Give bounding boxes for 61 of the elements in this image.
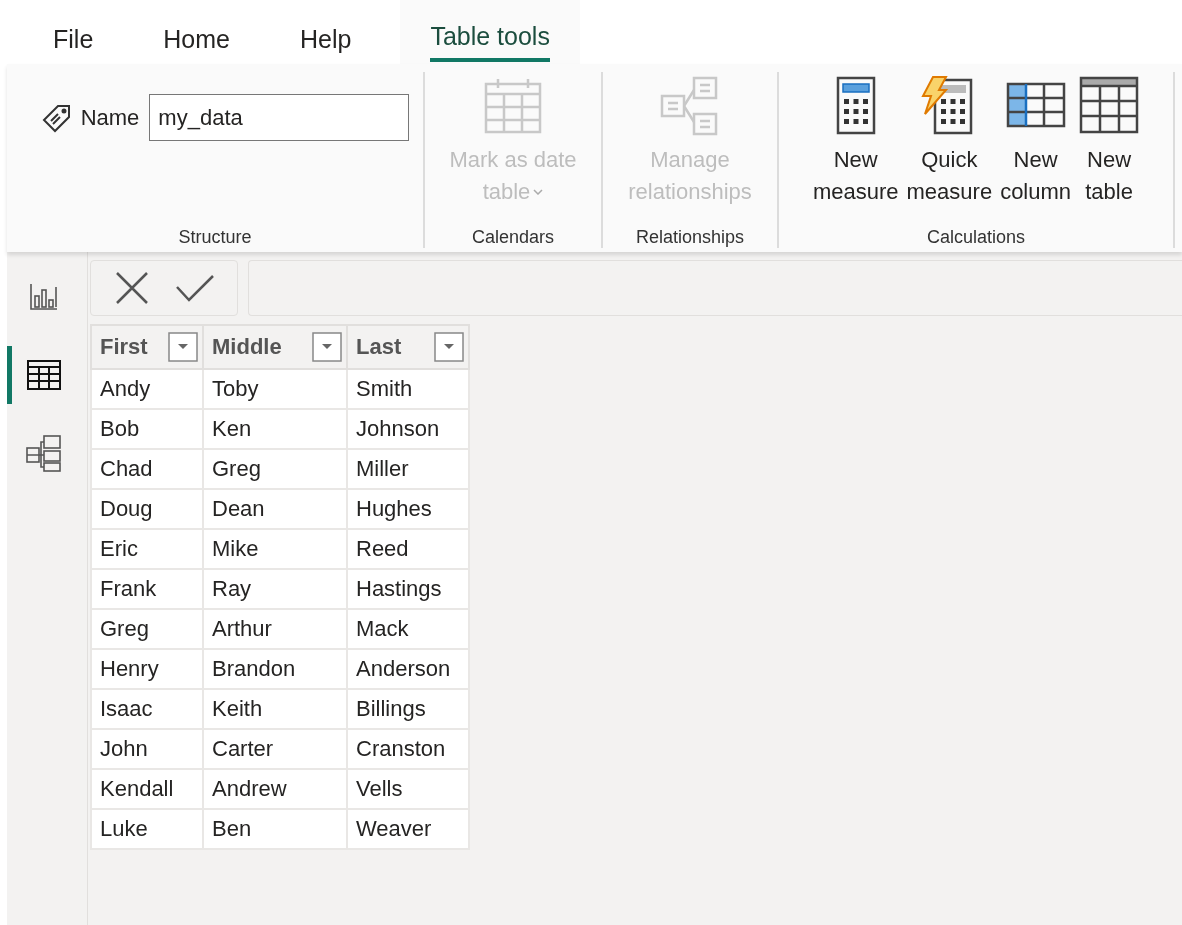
table-cell: Carter xyxy=(203,729,347,769)
relationship-diagram-icon xyxy=(660,76,720,136)
table-cell: Ben xyxy=(203,809,347,849)
table-cell: Weaver xyxy=(347,809,469,849)
table-cell: Arthur xyxy=(203,609,347,649)
group-title: Calculations xyxy=(926,227,1026,249)
table-cell: Keith xyxy=(203,689,347,729)
group-title: Structure xyxy=(178,227,252,249)
table-cell: Reed xyxy=(347,529,469,569)
column-header[interactable]: Last xyxy=(347,325,469,369)
table-cell: Kendall xyxy=(91,769,203,809)
table-cell: Frank xyxy=(91,569,203,609)
table-cell: Mike xyxy=(203,529,347,569)
filter-dropdown-icon[interactable] xyxy=(168,332,198,362)
table-cell: Hughes xyxy=(347,489,469,529)
table-cell: Anderson xyxy=(347,649,469,689)
filter-dropdown-icon[interactable] xyxy=(312,332,342,362)
bar-chart-icon xyxy=(28,282,59,312)
table-cell: Toby xyxy=(203,369,347,409)
table-cell: Hastings xyxy=(347,569,469,609)
group-title: Calendars xyxy=(471,227,554,249)
confirm-icon[interactable] xyxy=(174,273,215,303)
filter-dropdown-icon[interactable] xyxy=(434,332,464,362)
table-cell: Andrew xyxy=(203,769,347,809)
table-cell: Brandon xyxy=(203,649,347,689)
table-cell: John xyxy=(91,729,203,769)
table-cell: Andy xyxy=(91,369,203,409)
table-cell: Smith xyxy=(347,369,469,409)
model-diagram-icon xyxy=(23,433,64,473)
table-cell: Mack xyxy=(347,609,469,649)
name-label: Name xyxy=(80,104,140,131)
table-cell: Henry xyxy=(91,649,203,689)
group-title: Relationships xyxy=(635,227,745,249)
table-cell: Luke xyxy=(91,809,203,849)
table-cell: Greg xyxy=(203,449,347,489)
table-cell: Eric xyxy=(91,529,203,569)
column-header[interactable]: Middle xyxy=(203,325,347,369)
ribbon-button[interactable]: New column xyxy=(996,72,1076,208)
table-cell: Greg xyxy=(91,609,203,649)
table-cell: Isaac xyxy=(91,689,203,729)
table-icon xyxy=(1079,76,1140,136)
table-icon xyxy=(26,360,61,390)
table-cell: Vells xyxy=(347,769,469,809)
menu-tab[interactable]: Table tools xyxy=(400,0,580,64)
cancel-icon[interactable] xyxy=(113,270,150,306)
calendar-icon xyxy=(483,76,543,136)
table-cell: Ray xyxy=(203,569,347,609)
table-cell: Billings xyxy=(347,689,469,729)
table-cell: Miller xyxy=(347,449,469,489)
column-header[interactable]: First xyxy=(91,325,203,369)
table-cell: Bob xyxy=(91,409,203,449)
name-field[interactable]: my_data xyxy=(149,94,410,141)
table-cell: Ken xyxy=(203,409,347,449)
table-cell: Dean xyxy=(203,489,347,529)
table-cell: Cranston xyxy=(347,729,469,769)
ribbon-button[interactable]: New measure xyxy=(808,72,903,208)
ribbon-button[interactable]: New table xyxy=(1075,72,1144,208)
ribbon-button[interactable]: Quick measure xyxy=(902,72,997,208)
table-cell: Johnson xyxy=(347,409,469,449)
table-cell: Doug xyxy=(91,489,203,529)
table-cell: Chad xyxy=(91,449,203,489)
